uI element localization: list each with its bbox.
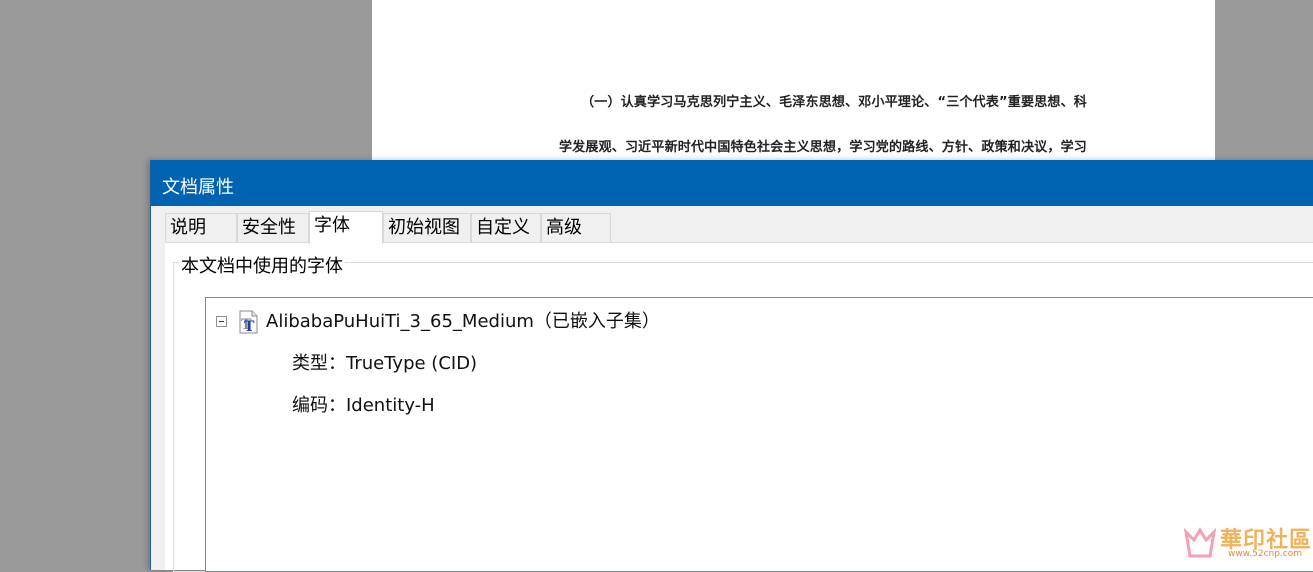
font-type: 类型：TrueType (CID) [292,353,478,374]
font-encoding: 编码：Identity-H [292,395,435,416]
document-text-line: （一）认真学习马克思列宁主义、毛泽东思想、邓小平理论、“三个代表”重要思想、科 [581,95,1087,110]
collapse-icon[interactable] [216,316,227,327]
watermark-logo: 華印社區 www.52cnp.com [1182,520,1313,562]
tab-fonts[interactable]: 字体 [309,211,383,244]
pdf-page: （一）认真学习马克思列宁主义、毛泽东思想、邓小平理论、“三个代表”重要思想、科 … [372,0,1215,170]
truetype-font-icon: T T [239,310,258,334]
fonts-group-label: 本文档中使用的字体 [179,252,345,278]
tab-initial-view[interactable]: 初始视图 [383,213,471,243]
dialog-title: 文档属性 [162,177,234,198]
dialog-titlebar[interactable]: 文档属性 [151,160,1313,206]
fonts-tab-panel: 本文档中使用的字体 T T AlibabaPuHuiTi_3_65_Medium… [165,242,1313,572]
tab-bar: 说明 安全性 字体 初始视图 自定义 高级 [165,211,1313,244]
document-text-line: 学发展观、习近平新时代中国特色社会主义思想，学习党的路线、方针、政策和决议，学习 [558,140,1087,155]
watermark-url: www.52cnp.com [1228,549,1303,559]
font-tree-list[interactable]: T T AlibabaPuHuiTi_3_65_Medium（已嵌入子集） 类型… [205,297,1313,572]
tab-description[interactable]: 说明 [165,213,237,243]
svg-text:T: T [244,319,255,334]
tab-advanced[interactable]: 高级 [541,213,611,243]
watermark-emblem-icon [1183,527,1217,558]
tab-security[interactable]: 安全性 [237,213,309,243]
font-name: AlibabaPuHuiTi_3_65_Medium（已嵌入子集） [266,311,660,332]
document-properties-dialog: 文档属性 说明 安全性 字体 初始视图 自定义 高级 本文档中使用的字体 T T… [150,160,1313,572]
tab-custom[interactable]: 自定义 [471,213,541,243]
